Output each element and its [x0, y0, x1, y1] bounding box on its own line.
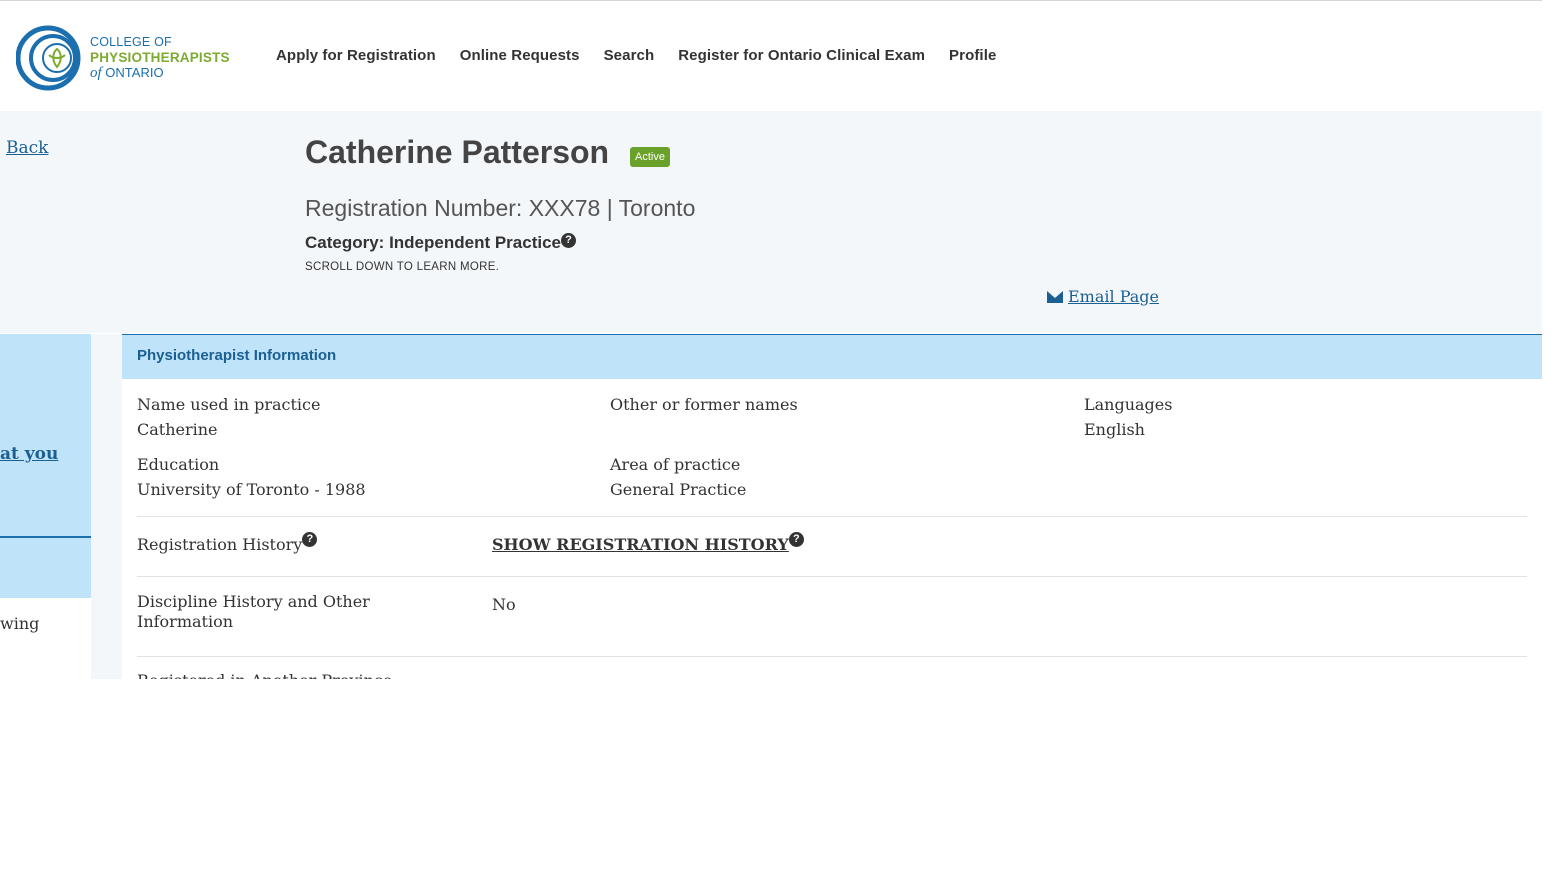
name-used-label: Name used in practice: [137, 395, 321, 414]
logo-emblem-icon: [16, 25, 81, 91]
category-line: Category: Independent Practice?: [305, 233, 577, 253]
logo-of: of: [90, 65, 102, 81]
logo-line-3: of ONTARIO: [90, 65, 230, 81]
logo-line-2: PHYSIOTHERAPISTS: [90, 50, 230, 65]
registration-history-label-row: Registration History?: [137, 532, 318, 557]
scroll-note: SCROLL DOWN TO LEARN MORE.: [305, 261, 500, 273]
row-divider: [137, 516, 1527, 517]
email-page-link[interactable]: Email Page: [1047, 287, 1159, 306]
back-link[interactable]: Back: [6, 138, 48, 158]
row-divider: [137, 656, 1527, 657]
name-used-value: Catherine: [137, 420, 218, 439]
row-divider: [137, 576, 1527, 577]
page-viewport: COLLEGE OF PHYSIOTHERAPISTS of ONTARIO A…: [0, 0, 1542, 679]
logo-text: COLLEGE OF PHYSIOTHERAPISTS of ONTARIO: [90, 35, 230, 81]
question-icon[interactable]: ?: [788, 532, 804, 547]
sidebar-callout: [0, 334, 91, 536]
former-names-label: Other or former names: [610, 395, 798, 414]
area-of-practice-label: Area of practice: [610, 455, 741, 474]
education-value: University of Toronto - 1988: [137, 480, 366, 499]
sidebar-gutter: [91, 334, 122, 679]
question-icon[interactable]: ?: [302, 532, 318, 547]
area-of-practice-value: General Practice: [610, 480, 747, 499]
nav-search[interactable]: Search: [604, 47, 655, 64]
registered-another-province-label: Registered in Another Province: [137, 671, 392, 679]
nav-apply-for-registration[interactable]: Apply for Registration: [276, 47, 436, 64]
discipline-history-value: No: [492, 595, 516, 614]
email-page-label: Email Page: [1068, 287, 1160, 306]
former-names-field: Other or former names: [610, 392, 798, 417]
profile-hero: [0, 111, 1542, 333]
languages-label: Languages: [1084, 395, 1173, 414]
status-badge: Active: [630, 147, 670, 167]
show-registration-history-row: SHOW REGISTRATION HISTORY?: [492, 532, 804, 557]
logo-ontario: ONTARIO: [105, 65, 164, 80]
sidebar-link[interactable]: at you: [0, 444, 58, 464]
languages-field: Languages English: [1084, 392, 1172, 442]
category-text: Category: Independent Practice: [305, 233, 562, 252]
nav-online-requests[interactable]: Online Requests: [460, 47, 580, 64]
languages-value: English: [1084, 420, 1145, 439]
discipline-history-label: Discipline History and Other Information: [137, 592, 370, 631]
envelope-icon: [1047, 291, 1063, 303]
registration-number: Registration Number: XXX78 | Toronto: [305, 195, 696, 221]
physiotherapist-name: Catherine Patterson: [305, 134, 610, 170]
college-logo[interactable]: COLLEGE OF PHYSIOTHERAPISTS of ONTARIO: [16, 25, 246, 93]
name-used-field: Name used in practice Catherine: [137, 392, 320, 442]
nav-profile[interactable]: Profile: [949, 47, 996, 64]
sidebar-callout-2: [0, 538, 91, 598]
show-registration-history-link[interactable]: SHOW REGISTRATION HISTORY: [492, 535, 789, 554]
education-label: Education: [137, 455, 220, 474]
main-nav: Apply for Registration Online Requests S…: [276, 47, 1020, 64]
area-of-practice-field: Area of practice General Practice: [610, 452, 746, 502]
panel-header: Physiotherapist Information: [122, 334, 1542, 379]
panel-title: Physiotherapist Information: [137, 347, 337, 364]
site-header: COLLEGE OF PHYSIOTHERAPISTS of ONTARIO A…: [0, 3, 1542, 110]
registration-history-label: Registration History: [137, 535, 303, 554]
sidebar-text: wing: [0, 614, 40, 633]
question-icon[interactable]: ?: [561, 233, 577, 248]
nav-register-clinical-exam[interactable]: Register for Ontario Clinical Exam: [678, 47, 925, 64]
logo-line-1: COLLEGE OF: [90, 35, 172, 49]
education-field: Education University of Toronto - 1988: [137, 452, 366, 502]
